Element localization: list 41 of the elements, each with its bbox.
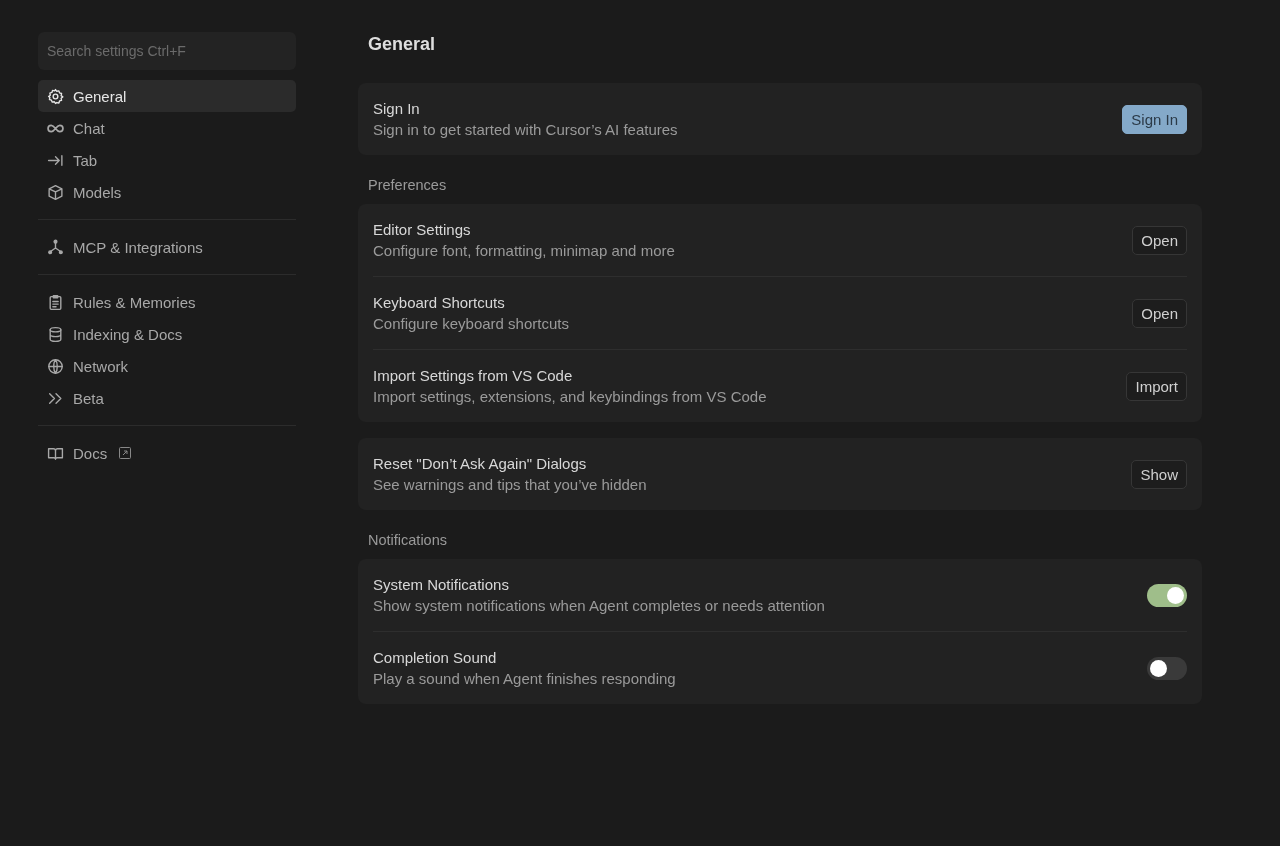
sidebar-item[interactable]: General — [38, 80, 296, 112]
toggle-switch[interactable] — [1147, 583, 1187, 607]
action-button[interactable]: Import — [1126, 371, 1187, 401]
sidebar-item[interactable]: Beta — [38, 382, 296, 414]
page-title: General — [368, 34, 437, 55]
sidebar-item[interactable]: Chat — [38, 112, 296, 144]
setting-title: Completion Sound — [373, 649, 498, 666]
section-heading: Notifications — [368, 532, 448, 548]
action-button[interactable]: Open — [1132, 298, 1187, 328]
setting-title: Editor Settings — [373, 221, 472, 238]
setting-description: See warnings and tips that you’ve hidden — [373, 476, 647, 493]
nodes-icon — [47, 238, 64, 256]
setting-title: Keyboard Shortcuts — [373, 294, 506, 311]
sidebar-item[interactable]: Tab — [38, 144, 296, 176]
setting-title: Sign In — [373, 100, 421, 117]
sidebar-item[interactable]: Models — [38, 176, 296, 208]
clipboard-icon — [47, 293, 64, 311]
setting-description: Configure keyboard shortcuts — [373, 315, 569, 332]
action-button[interactable]: Show — [1131, 459, 1187, 489]
search-field[interactable]: Search settings Ctrl+F — [38, 32, 296, 70]
sidebar-item[interactable]: Rules & Memories — [38, 286, 296, 318]
cube-icon — [47, 183, 64, 201]
setting-description: Import settings, extensions, and keybindings from VS Code — [373, 388, 767, 405]
sidebar-item[interactable]: MCP & Integrations — [38, 231, 296, 263]
sidebar-item[interactable]: Network — [38, 350, 296, 382]
action-button[interactable]: Sign In — [1122, 104, 1187, 134]
settings-icon — [47, 87, 64, 105]
toggle-switch[interactable] — [1147, 656, 1187, 680]
setting-description: Sign in to get started with Cursor’s AI features — [373, 121, 678, 138]
database-icon — [47, 325, 64, 343]
setting-title: Import Settings from VS Code — [373, 367, 574, 384]
action-button[interactable]: Open — [1132, 225, 1187, 255]
setting-description: Show system notifications when Agent completes or needs attention — [373, 597, 825, 614]
setting-title: Reset "Don’t Ask Again" Dialogs — [373, 455, 588, 472]
section-heading: Preferences — [368, 177, 448, 193]
globe-icon — [47, 357, 64, 375]
setting-description: Play a sound when Agent finishes responding — [373, 670, 676, 687]
setting-title: System Notifications — [373, 576, 510, 593]
sidebar-item[interactable]: Docs — [38, 437, 296, 469]
setting-description: Configure font, formatting, minimap and more — [373, 242, 675, 259]
sidebar-item[interactable]: Indexing & Docs — [38, 318, 296, 350]
